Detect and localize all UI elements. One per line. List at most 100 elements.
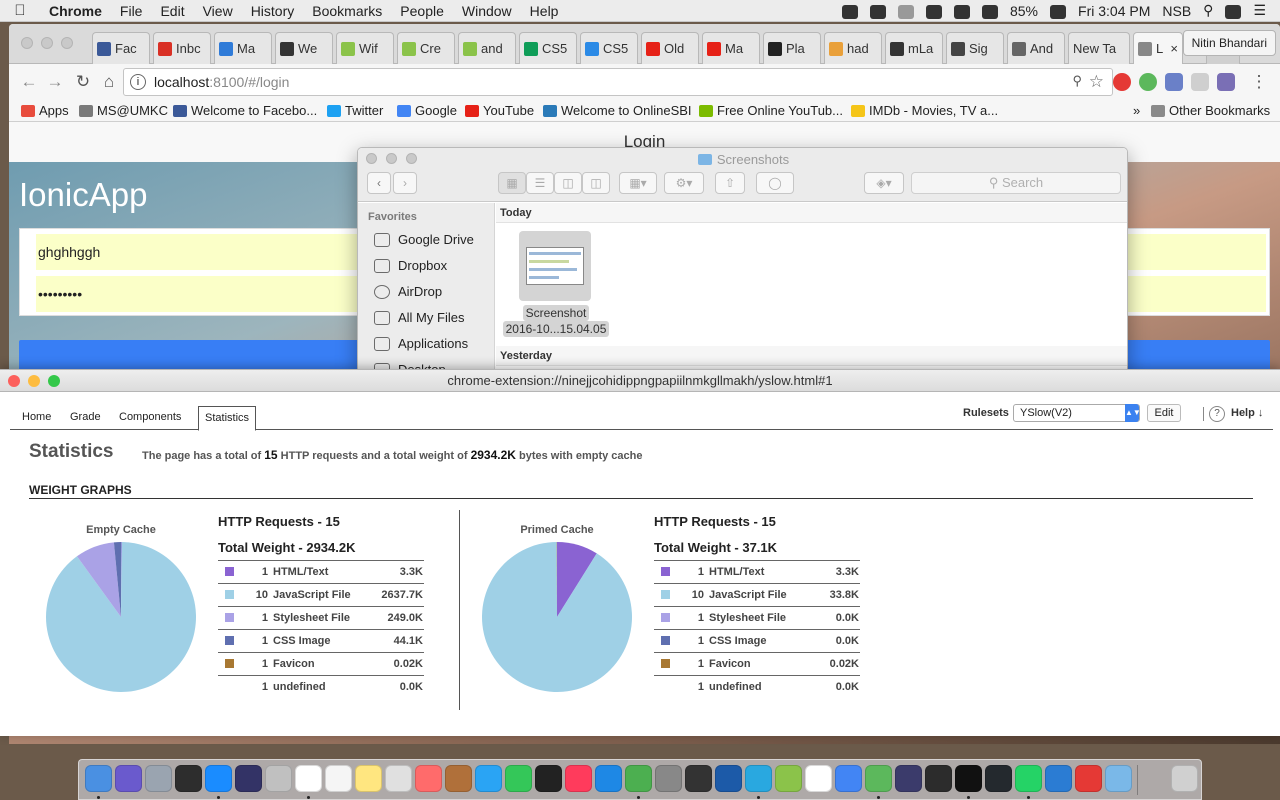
menu-file[interactable]: File	[111, 3, 152, 19]
bookmark-item[interactable]: IMDb - Movies, TV a...	[851, 103, 998, 118]
browser-tab[interactable]: Cre	[397, 32, 455, 64]
dock-app-icon[interactable]	[1075, 765, 1102, 792]
dock-app-icon[interactable]	[445, 765, 472, 792]
dock-app-icon[interactable]	[955, 765, 982, 792]
sidebar-item-all-my-files[interactable]: All My Files	[374, 310, 464, 325]
battery-icon[interactable]	[1044, 2, 1072, 19]
yslow-close-button[interactable]	[8, 375, 20, 387]
menu-help[interactable]: Help	[521, 3, 568, 19]
bookmark-item[interactable]: Welcome to Facebo...	[173, 103, 317, 118]
finder-forward-icon[interactable]: ›	[393, 172, 417, 194]
airplay-icon[interactable]	[948, 2, 976, 19]
file-name-label[interactable]: Screenshot 2016-10...15.04.05	[498, 305, 614, 337]
browser-tab[interactable]: Old	[641, 32, 699, 64]
menu-app-name[interactable]: Chrome	[40, 3, 111, 19]
tab-components[interactable]: Components	[113, 406, 187, 430]
menu-window[interactable]: Window	[453, 3, 521, 19]
browser-tab[interactable]: Ma	[214, 32, 272, 64]
browser-tab[interactable]: and	[458, 32, 516, 64]
dock-app-icon[interactable]	[85, 765, 112, 792]
yslow-zoom-button[interactable]	[48, 375, 60, 387]
browser-tab[interactable]: We	[275, 32, 333, 64]
dock-app-icon[interactable]	[385, 765, 412, 792]
bookmark-item[interactable]: Google	[397, 103, 457, 118]
browser-tab[interactable]: Wif	[336, 32, 394, 64]
yslow-extension-icon[interactable]	[1217, 73, 1235, 91]
yslow-minimize-button[interactable]	[28, 375, 40, 387]
dock-app-icon[interactable]	[685, 765, 712, 792]
more-bookmarks-icon[interactable]: »	[1133, 103, 1140, 118]
dock-app-icon[interactable]	[1171, 765, 1198, 792]
bluetooth-icon[interactable]	[892, 2, 920, 19]
bookmark-item[interactable]: Welcome to OnlineSBI	[543, 103, 692, 118]
dock-app-icon[interactable]	[235, 765, 262, 792]
rulesets-select[interactable]: YSlow(V2) ▲▼	[1013, 404, 1141, 422]
browser-tab[interactable]: And	[1007, 32, 1065, 64]
sidebar-item-dropbox[interactable]: Dropbox	[374, 258, 447, 273]
browser-tab[interactable]: had	[824, 32, 882, 64]
volume-icon[interactable]	[976, 2, 1004, 19]
time-machine-icon[interactable]	[864, 2, 892, 19]
tab-grade[interactable]: Grade	[64, 406, 107, 430]
edit-ruleset-button[interactable]: Edit	[1147, 404, 1181, 422]
dock-app-icon[interactable]	[1105, 765, 1132, 792]
dock-app-icon[interactable]	[325, 765, 352, 792]
column-view-icon[interactable]: ◫	[554, 172, 582, 194]
menu-view[interactable]: View	[194, 3, 242, 19]
dock-app-icon[interactable]	[265, 765, 292, 792]
home-icon[interactable]: ⌂	[97, 70, 121, 94]
dock-app-icon[interactable]	[805, 765, 832, 792]
list-view-icon[interactable]: ☰	[526, 172, 554, 194]
arrange-icon[interactable]: ▦▾	[619, 172, 657, 194]
site-info-icon[interactable]: i	[130, 74, 146, 90]
dock-app-icon[interactable]	[535, 765, 562, 792]
dock-app-icon[interactable]	[295, 765, 322, 792]
reload-icon[interactable]: ↻	[71, 70, 95, 94]
dock-app-icon[interactable]	[865, 765, 892, 792]
dock-app-icon[interactable]	[835, 765, 862, 792]
dock-app-icon[interactable]	[115, 765, 142, 792]
back-icon[interactable]: ←	[17, 70, 41, 94]
clock[interactable]: Fri 3:04 PM	[1072, 3, 1156, 19]
dropbox-icon[interactable]: ◈▾	[864, 172, 904, 194]
tag-icon[interactable]: ◯	[756, 172, 794, 194]
coverflow-view-icon[interactable]: ◫	[582, 172, 610, 194]
tab-statistics[interactable]: Statistics	[198, 406, 257, 431]
dock-app-icon[interactable]	[655, 765, 682, 792]
apple-menu-icon[interactable]: 	[0, 2, 40, 19]
dock-app-icon[interactable]	[595, 765, 622, 792]
battery-percent[interactable]: 85%	[1004, 3, 1044, 19]
close-tab-icon[interactable]: ×	[1170, 41, 1178, 56]
dock-app-icon[interactable]	[505, 765, 532, 792]
user-name[interactable]: NSB	[1156, 3, 1197, 19]
dock-app-icon[interactable]	[565, 765, 592, 792]
dock-app-icon[interactable]	[985, 765, 1012, 792]
dock-app-icon[interactable]	[475, 765, 502, 792]
share-icon[interactable]: ⇧	[715, 172, 745, 194]
siri-icon[interactable]	[1219, 2, 1247, 19]
dock-app-icon[interactable]	[925, 765, 952, 792]
other-bookmarks[interactable]: Other Bookmarks	[1151, 103, 1270, 118]
forward-icon[interactable]: →	[43, 70, 67, 94]
spotlight-icon[interactable]: ⚲	[1197, 2, 1219, 19]
zotero-extension-icon[interactable]	[1165, 73, 1183, 91]
tab-home[interactable]: Home	[16, 406, 57, 430]
browser-tab[interactable]: Pla	[763, 32, 821, 64]
extension-icon[interactable]	[1139, 73, 1157, 91]
browser-tab[interactable]: CS5	[519, 32, 577, 64]
help-link[interactable]: Help ↓	[1231, 407, 1263, 419]
browser-tab[interactable]: Ma	[702, 32, 760, 64]
dock-app-icon[interactable]	[355, 765, 382, 792]
drive-sync-icon[interactable]	[836, 2, 864, 19]
help-icon[interactable]: ?	[1209, 406, 1225, 422]
bookmark-star-icon[interactable]: ☆	[1089, 72, 1104, 92]
menu-icon[interactable]: ⋮	[1247, 70, 1271, 94]
sidebar-item-airdrop[interactable]: AirDrop	[374, 284, 442, 299]
zoom-window-button[interactable]	[61, 37, 73, 49]
profile-button[interactable]: Nitin Bhandari	[1182, 30, 1276, 56]
menu-edit[interactable]: Edit	[151, 3, 193, 19]
menu-history[interactable]: History	[242, 3, 304, 19]
close-window-button[interactable]	[21, 37, 33, 49]
menu-bookmarks[interactable]: Bookmarks	[303, 3, 391, 19]
opera-extension-icon[interactable]	[1113, 73, 1131, 91]
